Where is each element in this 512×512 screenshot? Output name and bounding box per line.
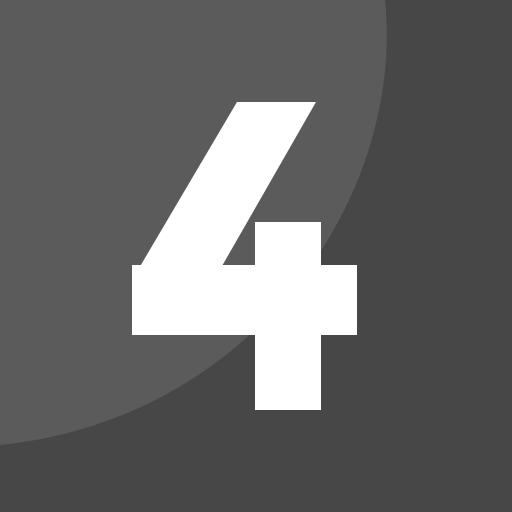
number-tile: 4 (0, 0, 512, 512)
number-four-icon (0, 0, 512, 512)
digit-four-crossbar (132, 265, 357, 335)
digit-four-stem (255, 222, 321, 410)
